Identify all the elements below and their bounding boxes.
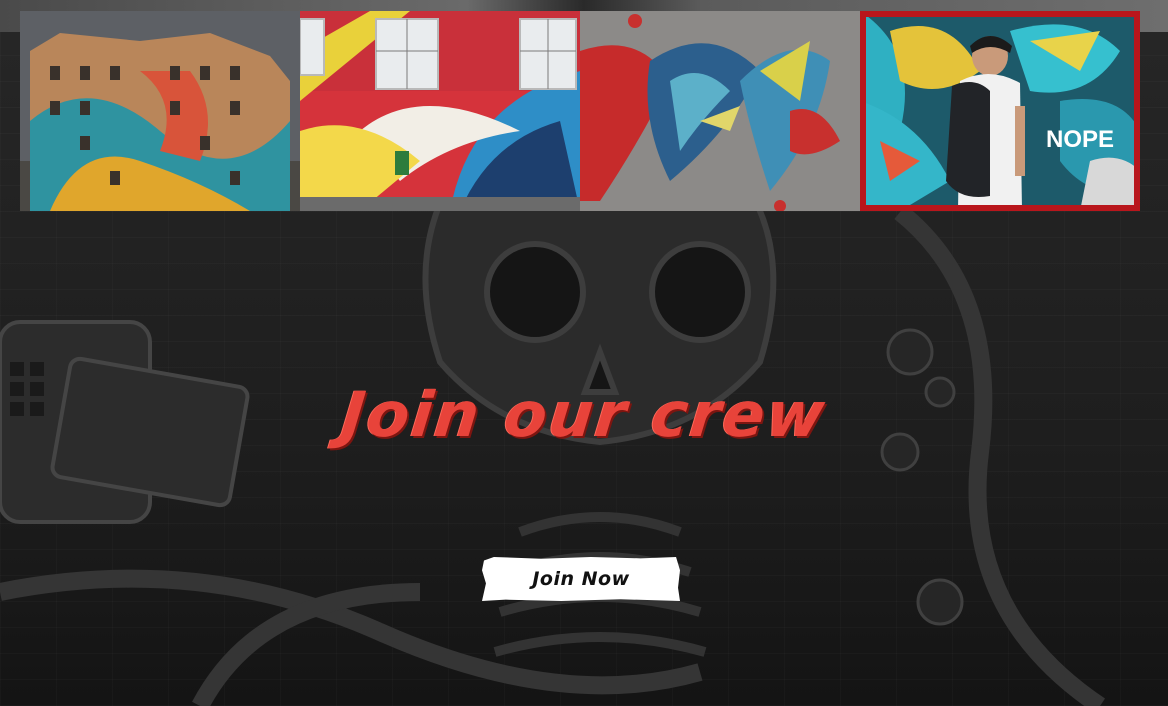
- gallery-image-man-walking-by-graffiti[interactable]: NOPE: [860, 11, 1140, 211]
- image-gallery: NOPE: [20, 11, 1140, 211]
- gallery-image-red-mural-wall[interactable]: [300, 11, 580, 211]
- graffiti-tag-text: NOPE: [1046, 126, 1114, 153]
- gallery-image-abstract-graffiti[interactable]: [580, 11, 860, 211]
- join-crew-headline: Join our crew: [338, 378, 830, 451]
- gallery-image-painted-building[interactable]: [20, 11, 300, 211]
- join-now-button[interactable]: Join Now: [482, 557, 680, 601]
